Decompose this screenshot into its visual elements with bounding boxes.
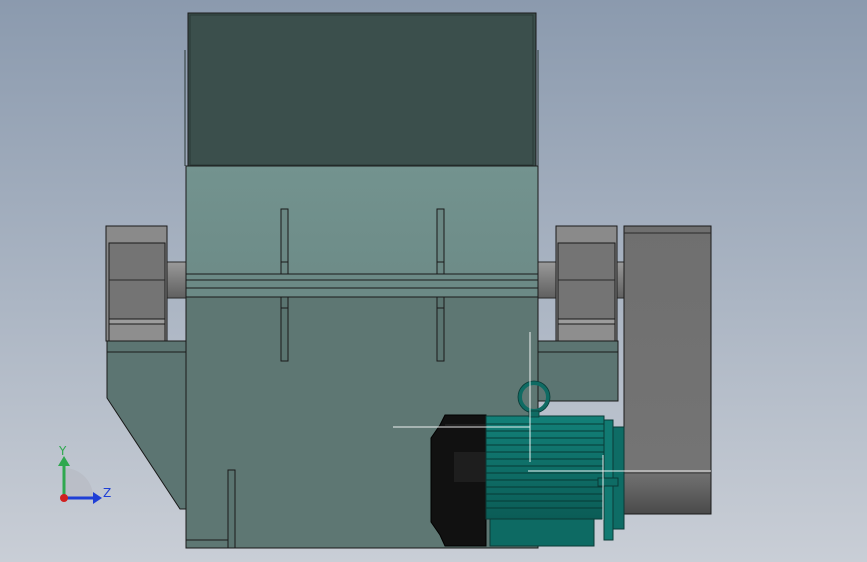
right-base-bracket xyxy=(537,340,619,402)
lower-left-strip xyxy=(227,469,236,549)
rib-right-lower xyxy=(436,296,445,362)
triad-x-axis-point xyxy=(60,494,68,502)
body-rib-band xyxy=(185,273,539,298)
feed-hopper xyxy=(184,12,539,167)
crusher-assembly-drawing: Y Z xyxy=(58,12,712,549)
triad-y-label: Y xyxy=(58,444,67,458)
shaft-left-stub xyxy=(165,261,189,299)
triad-quadrant xyxy=(64,468,93,497)
rib-right-upper xyxy=(436,208,445,275)
triad-z-label: Z xyxy=(103,486,111,500)
left-base-bracket xyxy=(106,340,187,510)
triad-z-arrowhead xyxy=(93,492,102,504)
cad-viewport[interactable]: Y Z xyxy=(0,0,867,562)
rib-left-lower xyxy=(280,296,289,362)
axis-triad: Y Z xyxy=(58,444,111,504)
rib-left-upper xyxy=(280,208,289,275)
left-bearing-housing xyxy=(105,225,168,342)
right-bearing-housing xyxy=(555,225,618,342)
